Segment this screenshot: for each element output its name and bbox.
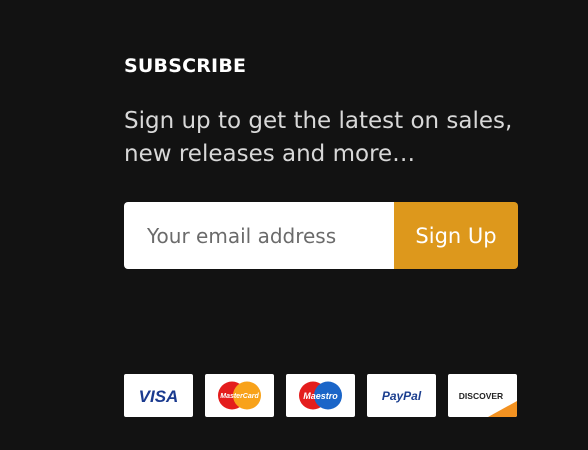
- subscribe-section: SUBSCRIBE Sign up to get the latest on s…: [124, 54, 518, 269]
- subscribe-description: Sign up to get the latest on sales, new …: [124, 108, 513, 167]
- svg-text:VISA: VISA: [139, 387, 179, 406]
- subscribe-heading: SUBSCRIBE: [124, 55, 247, 77]
- svg-text:MasterCard: MasterCard: [220, 393, 259, 400]
- svg-text:Maestro: Maestro: [303, 391, 338, 401]
- subscribe-form: Sign Up: [124, 202, 518, 269]
- visa-icon: VISA: [124, 374, 193, 417]
- svg-text:PayPal: PayPal: [382, 389, 422, 403]
- sign-up-button[interactable]: Sign Up: [394, 202, 518, 269]
- discover-icon: DISCOVER: [448, 374, 517, 417]
- svg-text:DISCOVER: DISCOVER: [459, 391, 503, 401]
- paypal-icon: PayPal: [367, 374, 436, 417]
- payment-methods: VISA MasterCard Maestro PayPal DISCOVER: [124, 374, 517, 417]
- email-input[interactable]: [124, 202, 394, 269]
- mastercard-icon: MasterCard: [205, 374, 274, 417]
- maestro-icon: Maestro: [286, 374, 355, 417]
